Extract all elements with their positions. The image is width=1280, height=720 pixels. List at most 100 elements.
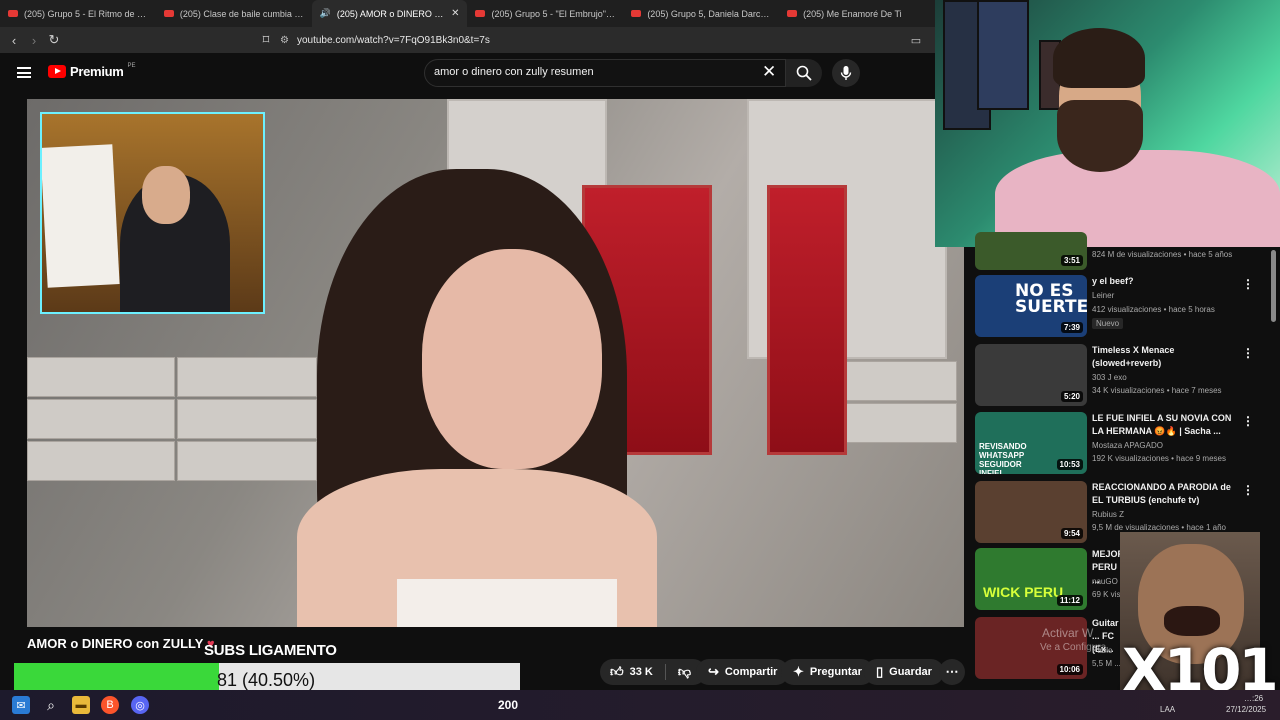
outlook-icon[interactable]: ✉ xyxy=(12,696,30,714)
video-thumbnail[interactable]: NO ES SUERTE 7:39 xyxy=(975,275,1087,337)
bookmark-icon[interactable]: ⌑ xyxy=(256,32,276,48)
recommendation-item[interactable]: REVISANDO WHATSAPP SEGUIDOR INFIEL 10:53… xyxy=(975,412,1275,474)
ask-button[interactable]: ✦ Preguntar xyxy=(781,659,874,685)
video-meta: 9,5 M de visualizaciones • hace 1 año xyxy=(1092,523,1226,532)
duration-badge: 11:12 xyxy=(1056,595,1083,606)
language-indicator[interactable]: LAA xyxy=(1160,705,1175,714)
clock-time[interactable]: …:26 xyxy=(1244,694,1263,703)
thumbs-down-icon[interactable]: 👎︎ xyxy=(678,664,691,680)
drawer xyxy=(27,399,175,439)
discord-icon[interactable]: ◎ xyxy=(131,696,149,714)
video-thumbnail[interactable]: REVISANDO WHATSAPP SEGUIDOR INFIEL 10:53 xyxy=(975,412,1087,474)
browser-tab[interactable]: (205) Grupo 5, Daniela Darcourt - Q xyxy=(623,0,779,27)
drawer xyxy=(177,441,317,481)
thumbnail-text: WICK PERU xyxy=(983,584,1064,600)
browser-tab[interactable]: (205) Me Enamoré De Ti xyxy=(779,0,935,27)
more-vert-icon[interactable]: ⋮ xyxy=(1242,277,1254,291)
logo-text: Premium xyxy=(70,64,124,79)
more-horizontal-icon: ⋯ xyxy=(945,664,959,679)
clock-date[interactable]: 27/12/2025 xyxy=(1226,705,1266,714)
tab-label: (205) Me Enamoré De Ti xyxy=(803,8,902,19)
youtube-favicon-icon xyxy=(631,10,642,17)
forward-arrow-icon[interactable]: › xyxy=(24,33,44,48)
duration-badge: 10:06 xyxy=(1056,664,1083,675)
youtube-play-icon xyxy=(48,65,66,78)
recommendation-item[interactable]: 5:20 Timeless X Menace (slowed+reverb) 3… xyxy=(975,344,1275,406)
tab-label: (205) Grupo 5, Daniela Darcourt - Q xyxy=(647,8,771,19)
video-title[interactable]: REACCIONANDO A PARODIA de EL TURBIUS (en… xyxy=(1092,481,1237,507)
video-meta: 192 K visualizaciones • hace 9 meses xyxy=(1092,454,1226,463)
close-tab-icon[interactable]: ✕ xyxy=(451,8,459,19)
youtube-favicon-icon xyxy=(8,10,18,17)
recommendation-item[interactable]: 3:51 824 M de visualizaciones • hace 5 a… xyxy=(975,232,1275,270)
video-title[interactable]: LE FUE INFIEL A SU NOVIA CON LA HERMANA … xyxy=(1092,412,1237,438)
more-vert-icon[interactable]: ⋮ xyxy=(1242,414,1254,428)
channel-name[interactable]: nauGO xyxy=(1092,577,1118,586)
menu-icon[interactable] xyxy=(17,67,31,78)
video-thumbnail[interactable]: 3:51 xyxy=(975,232,1087,270)
recommendation-item[interactable]: NO ES SUERTE 7:39 y el beef? Leiner 412 … xyxy=(975,275,1275,337)
video-title[interactable]: Timeless X Menace (slowed+reverb) xyxy=(1092,344,1237,370)
youtube-favicon-icon xyxy=(163,10,174,17)
person-top xyxy=(397,579,617,627)
voice-search-button[interactable] xyxy=(832,59,860,87)
search-icon xyxy=(796,65,812,81)
reload-icon[interactable]: ↻ xyxy=(44,32,64,48)
save-button[interactable]: ▯ Guardar xyxy=(864,659,944,685)
speaker-icon[interactable]: 🔊 xyxy=(320,8,331,19)
back-arrow-icon[interactable]: ‹ xyxy=(4,33,24,48)
drawer xyxy=(27,441,175,481)
channel-name[interactable]: Leiner xyxy=(1092,291,1114,300)
brave-browser-icon[interactable]: B xyxy=(101,696,119,714)
search-button[interactable] xyxy=(786,59,822,87)
channel-name[interactable]: Rubius Z xyxy=(1092,510,1124,519)
thumbs-up-icon[interactable]: 👍︎ xyxy=(610,664,624,680)
video-meta: 412 visualizaciones • hace 5 horas xyxy=(1092,305,1215,314)
save-label: Guardar xyxy=(889,666,932,678)
share-button[interactable]: ↪ Compartir xyxy=(696,659,790,685)
tab-label: (205) Clase de baile cumbia nivel bás xyxy=(179,8,304,19)
thumbnail-text: REVISANDO WHATSAPP SEGUIDOR INFIEL xyxy=(979,442,1027,474)
like-count[interactable]: 33 K xyxy=(630,666,653,678)
drawing-paper xyxy=(42,144,120,288)
portrait-painting xyxy=(767,185,847,455)
new-badge: Nuevo xyxy=(1092,318,1124,329)
site-info-icon[interactable]: ⚙ xyxy=(280,35,289,46)
sparkle-icon: ✦ xyxy=(793,664,804,679)
video-thumbnail[interactable]: WICK PERU 11:12 xyxy=(975,548,1087,610)
browser-tab-bar: (205) Grupo 5 - El Ritmo de Mi Coraz (20… xyxy=(0,0,935,27)
thumbnail-text: NO ES SUERTE xyxy=(1015,281,1087,317)
more-vert-icon[interactable]: ⋮ xyxy=(1242,346,1254,360)
browser-tab-active[interactable]: 🔊 (205) AMOR o DINERO con Z ✕ xyxy=(311,0,468,27)
more-vert-icon[interactable]: ⋮ xyxy=(1242,483,1254,497)
file-explorer-icon[interactable]: ▬ xyxy=(72,696,90,714)
streamer-webcam xyxy=(935,0,1280,247)
video-title: AMOR o DINERO con ZULLY ♥ xyxy=(27,636,215,651)
drawer xyxy=(177,357,317,397)
windows-taskbar xyxy=(0,690,1280,720)
duration-badge: 3:51 xyxy=(1060,255,1083,266)
youtube-premium-logo[interactable]: Premium PE xyxy=(48,63,136,79)
browser-tab[interactable]: (205) Grupo 5 - El Ritmo de Mi Coraz xyxy=(0,0,156,27)
channel-name[interactable]: 303 J exo xyxy=(1092,373,1127,382)
subs-goal-label: SUBS LIGAMENTO xyxy=(204,642,337,659)
duration-badge: 10:53 xyxy=(1056,459,1083,470)
video-thumbnail[interactable]: 9:54 xyxy=(975,481,1087,543)
video-thumbnail[interactable]: 5:20 xyxy=(975,344,1087,406)
more-actions-button[interactable]: ⋯ xyxy=(939,659,965,685)
duration-badge: 5:20 xyxy=(1060,391,1083,402)
channel-name[interactable]: Mostaza APAGADO xyxy=(1092,441,1163,450)
url-field[interactable]: ⚙ youtube.com/watch?v=7FqO91Bk3n0&t=7s xyxy=(280,31,490,49)
video-title[interactable]: y el beef? xyxy=(1092,275,1237,288)
browser-tab[interactable]: (205) Clase de baile cumbia nivel bás xyxy=(156,0,312,27)
search-query-text: amor o dinero con zully resumen xyxy=(434,66,594,78)
browser-tab[interactable]: (205) Grupo 5 - "El Embrujo" (Letra) xyxy=(467,0,623,27)
like-dislike-group: 👍︎ 33 K 👎︎ xyxy=(600,659,706,685)
video-meta: 824 M de visualizaciones • hace 5 años xyxy=(1092,250,1233,259)
cast-icon[interactable]: ▭ xyxy=(906,34,926,47)
tab-label: (205) Grupo 5 - El Ritmo de Mi Coraz xyxy=(24,8,148,19)
search-icon[interactable]: ⌕ xyxy=(42,696,60,714)
url-text: youtube.com/watch?v=7FqO91Bk3n0&t=7s xyxy=(296,34,490,46)
clear-search-icon[interactable]: ✕ xyxy=(762,62,776,82)
drawer xyxy=(177,399,317,439)
